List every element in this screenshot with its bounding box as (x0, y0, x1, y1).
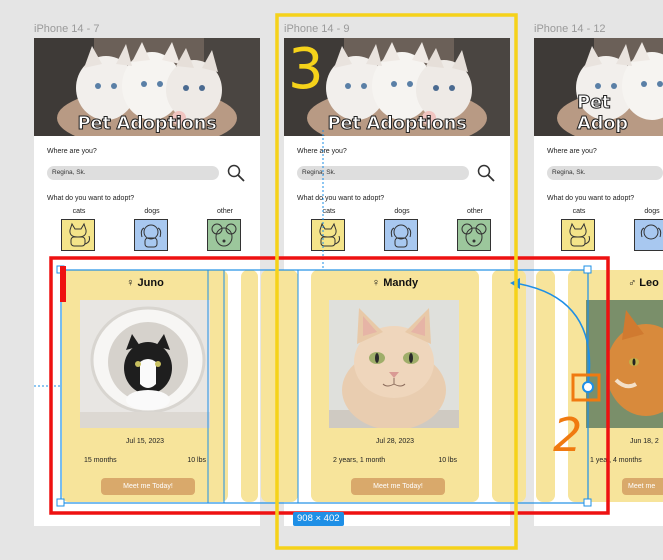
pet-age: 15 months (84, 457, 117, 464)
pet-photo-juno (80, 300, 210, 428)
pet-age: 2 years, 1 month (333, 457, 386, 464)
pet-name: ♀ Mandy (371, 277, 419, 289)
dog-category-button[interactable] (634, 219, 663, 251)
cat-icon (69, 222, 90, 247)
category-label-dogs: dogs (394, 208, 410, 215)
hero-image: Pet Adoptions (34, 38, 260, 136)
pet-name: ♀ Juno (126, 277, 164, 289)
pet-date: Jul 28, 2023 (375, 438, 415, 445)
category-label-other: other (467, 208, 483, 215)
adopt-question: What do you want to adopt? (547, 195, 635, 202)
frame-label-3[interactable]: iPhone 14 - 12 (534, 23, 606, 35)
cat-icon (569, 222, 590, 247)
orange-cat-photo (329, 300, 459, 428)
category-label-cats: cats (322, 208, 336, 215)
dog-icon (140, 224, 162, 248)
pet-card-leo[interactable]: ♂ Leo Jun 18, 2 1 year, 4 months Meet me (568, 270, 663, 502)
dog-icon (640, 224, 662, 240)
dimension-badge: 908 × 402 (293, 512, 344, 526)
adopt-question: What do you want to adopt? (47, 195, 135, 202)
cat-category-button[interactable] (561, 219, 595, 251)
mouse-icon (211, 223, 237, 247)
category-label-dogs: dogs (144, 208, 160, 215)
meet-me-button[interactable]: Meet me (622, 478, 663, 495)
carousel-card-partial[interactable] (536, 270, 555, 502)
pet-name: ♂ Leo (628, 277, 659, 289)
mouse-icon (461, 223, 487, 247)
pet-age: 1 year, 4 months (590, 457, 642, 464)
location-question: Where are you? (547, 148, 597, 155)
annotation-number-2: 2 (553, 408, 583, 462)
carousel-card-partial[interactable] (241, 270, 258, 502)
meet-me-button[interactable]: Meet me Today! (351, 478, 445, 495)
pet-date: Jun 18, 2 (630, 438, 659, 445)
search-icon[interactable] (476, 163, 496, 183)
search-icon[interactable] (226, 163, 246, 183)
other-category-button[interactable] (457, 219, 491, 251)
frame-label-1[interactable]: iPhone 14 - 7 (34, 23, 99, 35)
category-label-cats: cats (572, 208, 586, 215)
dog-category-button[interactable] (384, 219, 418, 251)
cat-icon (319, 222, 340, 247)
ginger-cat-photo (586, 300, 663, 428)
meet-me-button[interactable]: Meet me Today! (101, 478, 195, 495)
pet-card-juno[interactable]: ♀ Juno Jul 15, 2023 15 months 10 lbs Mee… (62, 270, 228, 502)
cat-category-button[interactable] (61, 219, 95, 251)
annotation-number-1: 1 (60, 266, 66, 302)
annotation-number-3: 3 (288, 37, 324, 102)
pet-date: Jul 15, 2023 (125, 438, 165, 445)
other-category-button[interactable] (207, 219, 241, 251)
hero-image: Pet Adop (534, 38, 663, 136)
pet-weight: 10 lbs (187, 457, 206, 464)
cat-category-button[interactable] (311, 219, 345, 251)
carousel-card-partial[interactable] (261, 270, 298, 502)
location-question: Where are you? (297, 148, 347, 155)
location-input[interactable]: Regina, Sk. (547, 166, 663, 180)
dog-icon (390, 224, 412, 248)
hero-title: Pet Adoptions (77, 113, 217, 135)
hero-title: Pet Adoptions (327, 113, 467, 135)
pet-card-mandy[interactable]: ♀ Mandy Jul 28, 2023 2 years, 1 month 10… (311, 270, 479, 502)
category-label-cats: cats (72, 208, 86, 215)
adopt-question: What do you want to adopt? (297, 195, 385, 202)
location-input[interactable]: Regina, Sk. (47, 166, 219, 180)
category-label-other: other (217, 208, 233, 215)
cat-in-tube-photo (80, 300, 210, 428)
location-input[interactable]: Regina, Sk. (297, 166, 469, 180)
pet-photo-mandy (329, 300, 459, 428)
pet-weight: 10 lbs (438, 457, 457, 464)
category-label-dogs: dogs (644, 208, 660, 215)
frame-label-2[interactable]: iPhone 14 - 9 (284, 23, 349, 35)
hero-title: Pet Adop (577, 92, 629, 135)
carousel-card-partial[interactable] (492, 270, 526, 502)
dog-category-button[interactable] (134, 219, 168, 251)
pet-photo-leo (586, 300, 663, 428)
location-question: Where are you? (47, 148, 97, 155)
